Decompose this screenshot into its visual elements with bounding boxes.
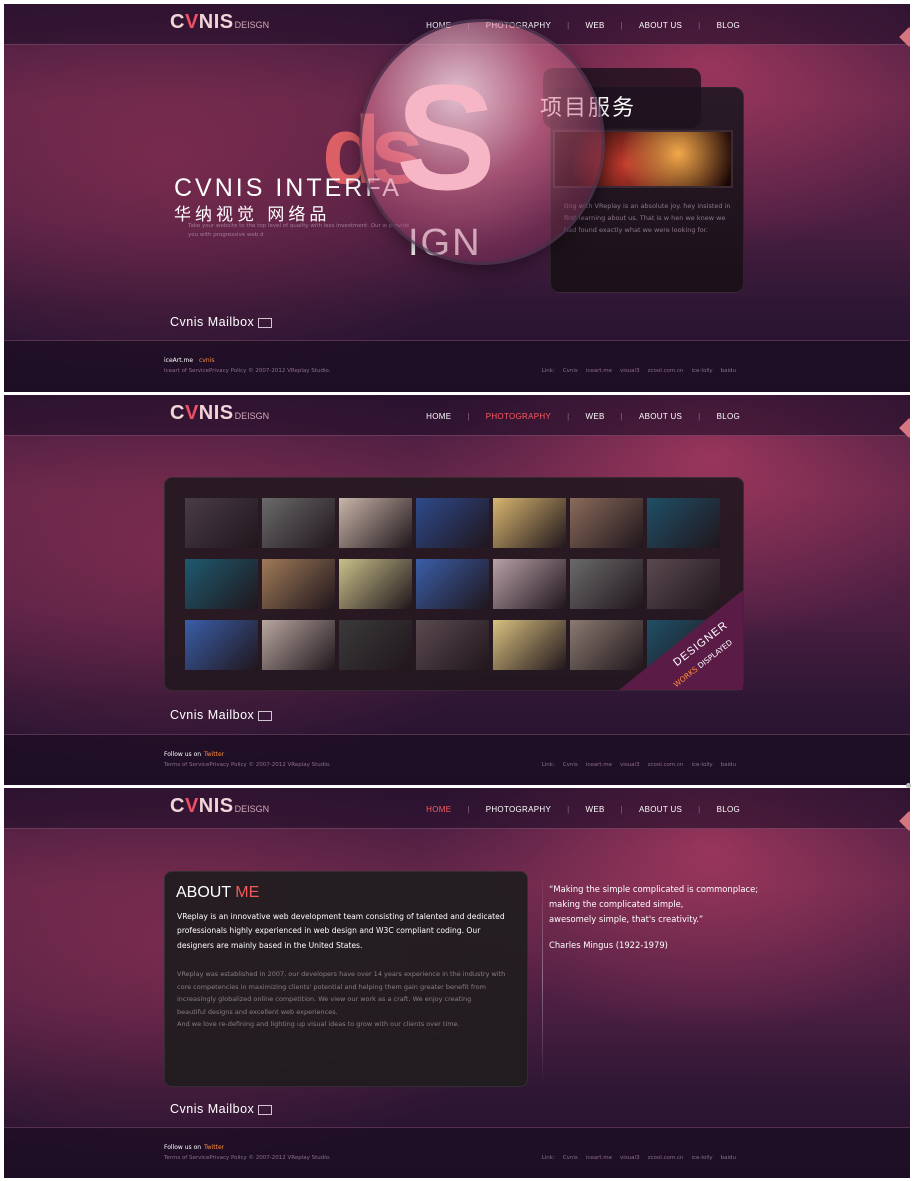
photo-thumbnail[interactable] xyxy=(416,559,489,609)
photo-thumbnail[interactable] xyxy=(262,498,335,548)
nav-home[interactable]: HOME xyxy=(426,412,451,421)
mailbox-link[interactable]: Cvnis Mailbox xyxy=(170,708,273,722)
footer-copyright: Terms of ServicePrivacy Policy © 2007-20… xyxy=(164,762,331,768)
link-ice-lolly[interactable]: ice-lolly xyxy=(692,368,713,374)
nav-blog[interactable]: BLOG xyxy=(717,805,740,814)
footer-line1: Follow us on Twitter xyxy=(164,751,225,758)
mailbox-link[interactable]: Cvnis Mailbox xyxy=(170,315,273,329)
link-cvnis[interactable]: Cvnis xyxy=(563,1155,578,1161)
twitter-link[interactable]: Twitter xyxy=(204,751,224,758)
footer-links: Link: Cvnis iceart.me visual3 zcool.com.cn ic… xyxy=(541,1155,736,1161)
divider xyxy=(542,871,543,1085)
site-logo[interactable]: CVNISDEISGN xyxy=(170,795,269,818)
nav-web[interactable]: WEB xyxy=(586,21,605,30)
nav-photography[interactable]: PHOTOGRAPHY xyxy=(486,412,551,421)
footer-copyright: Terms of ServicePrivacy Policy © 2007-20… xyxy=(164,1155,331,1161)
photo-thumbnail[interactable] xyxy=(493,620,566,670)
photo-thumbnail[interactable] xyxy=(570,498,643,548)
link-visual3[interactable]: visual3 xyxy=(620,1155,640,1161)
photo-thumbnail[interactable] xyxy=(185,620,258,670)
photo-thumbnail[interactable] xyxy=(185,498,258,548)
link-cvnis[interactable]: Cvnis xyxy=(563,762,578,768)
about-card: ABOUT ME VReplay is an innovative web de… xyxy=(164,871,528,1087)
footer-line1: iceArt.me cvnis xyxy=(164,357,215,364)
panel-about: CVNISDEISGN HOME | PHOTOGRAPHY | WEB | A… xyxy=(4,788,910,1178)
link-visual3[interactable]: visual3 xyxy=(620,762,640,768)
footer-accent-link[interactable]: cvnis xyxy=(199,357,214,364)
photo-thumbnail[interactable] xyxy=(339,620,412,670)
about-title: ABOUT ME xyxy=(176,884,260,901)
site-logo[interactable]: CVNISDEISGN xyxy=(170,402,269,425)
top-nav-bar: CVNISDEISGN HOME | PHOTOGRAPHY | WEB | A… xyxy=(4,788,910,829)
link-iceart[interactable]: iceart.me xyxy=(586,1155,612,1161)
site-logo[interactable]: CVNISDEISGN xyxy=(170,11,269,34)
link-iceart[interactable]: iceart.me xyxy=(586,762,612,768)
photo-thumbnail[interactable] xyxy=(493,498,566,548)
photo-thumbnail[interactable] xyxy=(339,498,412,548)
link-baidu[interactable]: baidu xyxy=(721,762,736,768)
photo-thumbnail[interactable] xyxy=(262,620,335,670)
hero-subtitle: Take your website to the top level of qu… xyxy=(188,223,410,238)
photo-thumbnail[interactable] xyxy=(185,559,258,609)
photo-gallery: DESIGNER WORKS DISPLAYED xyxy=(164,477,744,691)
nav-about[interactable]: ABOUT US xyxy=(639,412,682,421)
about-lead: VReplay is an innovative web development… xyxy=(177,912,505,950)
link-iceart[interactable]: iceart.me xyxy=(586,368,612,374)
photo-thumbnail[interactable] xyxy=(416,498,489,548)
main-nav: HOME | PHOTOGRAPHY | WEB | ABOUT US | BL… xyxy=(426,805,740,814)
link-ice-lolly[interactable]: ice-lolly xyxy=(692,1155,713,1161)
photo-thumbnail[interactable] xyxy=(416,620,489,670)
designer-works-badge: DESIGNER WORKS DISPLAYED xyxy=(619,590,743,690)
nav-blog[interactable]: BLOG xyxy=(717,412,740,421)
about-body: VReplay was established in 2007, our dev… xyxy=(177,970,506,1029)
footer-links: Link: Cvnis iceart.me visual3 zcool.com.cn ic… xyxy=(541,762,736,768)
quote-block: “Making the simple complicated is common… xyxy=(549,882,769,953)
link-ice-lolly[interactable]: ice-lolly xyxy=(692,762,713,768)
link-baidu[interactable]: baidu xyxy=(721,1155,736,1161)
nav-photography[interactable]: PHOTOGRAPHY xyxy=(486,805,551,814)
lens-s-graphic: S xyxy=(396,53,497,221)
footer: Follow us on Twitter Terms of ServicePriv… xyxy=(4,734,910,785)
link-visual3[interactable]: visual3 xyxy=(620,368,640,374)
link-zcool[interactable]: zcool.com.cn xyxy=(648,1155,684,1161)
footer: Follow us on Twitter Terms of ServicePriv… xyxy=(4,1127,910,1178)
envelope-icon xyxy=(258,317,273,328)
photo-thumbnail[interactable] xyxy=(647,498,720,548)
footer-line1: Follow us on Twitter xyxy=(164,1144,225,1151)
nav-web[interactable]: WEB xyxy=(586,805,605,814)
scroll-indicator[interactable] xyxy=(906,783,911,788)
footer-links: Link: Cvnis iceart.me visual3 zcool.com.cn ic… xyxy=(541,368,736,374)
link-zcool[interactable]: zcool.com.cn xyxy=(648,762,684,768)
footer-copyright: Iceart of ServicePrivacy Policy © 2007-2… xyxy=(164,368,331,374)
nav-about[interactable]: ABOUT US xyxy=(639,21,682,30)
link-baidu[interactable]: baidu xyxy=(721,368,736,374)
nav-blog[interactable]: BLOG xyxy=(717,21,740,30)
panel-home-hero: CVNISDEISGN HOME | PHOTOGRAPHY | WEB | A… xyxy=(4,4,910,392)
link-cvnis[interactable]: Cvnis xyxy=(563,368,578,374)
quote-author: Charles Mingus (1922-1979) xyxy=(549,939,668,950)
nav-about[interactable]: ABOUT US xyxy=(639,805,682,814)
twitter-link[interactable]: Twitter xyxy=(204,1144,224,1151)
photo-thumbnail[interactable] xyxy=(262,559,335,609)
envelope-icon xyxy=(258,710,273,721)
mailbox-link[interactable]: Cvnis Mailbox xyxy=(170,1102,273,1116)
nav-web[interactable]: WEB xyxy=(586,412,605,421)
photo-thumbnail[interactable] xyxy=(339,559,412,609)
photo-thumbnail[interactable] xyxy=(493,559,566,609)
link-zcool[interactable]: zcool.com.cn xyxy=(648,368,684,374)
panel-photography: CVNISDEISGN HOME | PHOTOGRAPHY | WEB | A… xyxy=(4,395,910,785)
top-nav-bar: CVNISDEISGN HOME | PHOTOGRAPHY | WEB | A… xyxy=(4,395,910,436)
main-nav: HOME | PHOTOGRAPHY | WEB | ABOUT US | BL… xyxy=(426,412,740,421)
envelope-icon xyxy=(258,1104,273,1115)
service-text: ting with VReplay is an absolute joy. he… xyxy=(564,202,731,234)
footer: iceArt.me cvnis Iceart of ServicePrivacy … xyxy=(4,340,910,392)
nav-home[interactable]: HOME xyxy=(426,805,451,814)
